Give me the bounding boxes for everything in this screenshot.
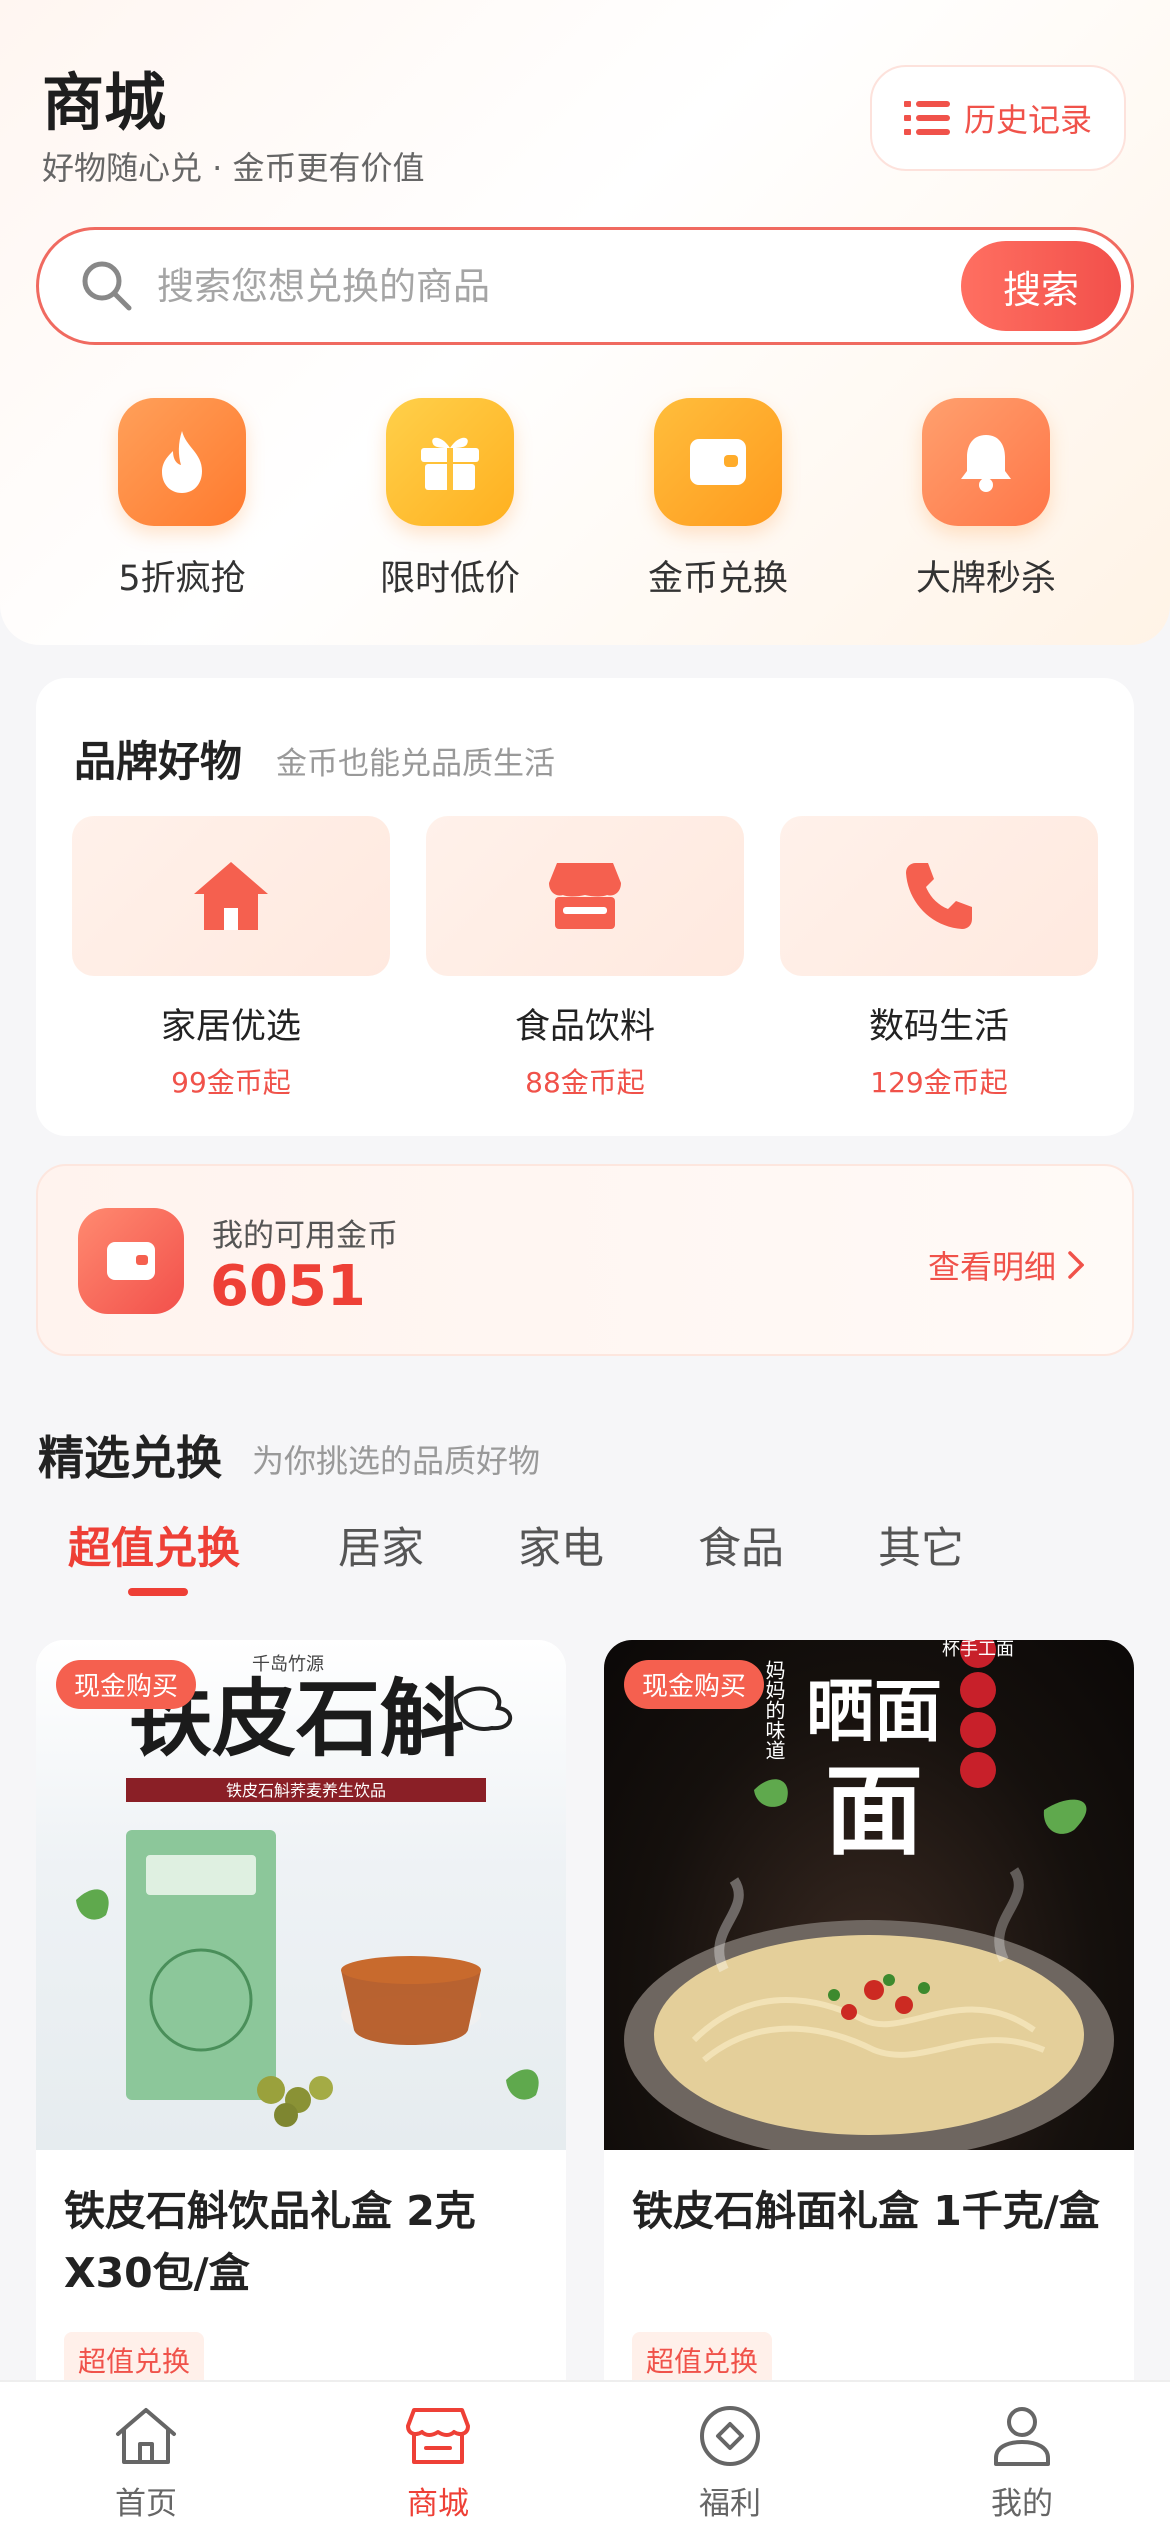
featured-subtitle: 为你挑选的品质好物 xyxy=(252,1442,541,1480)
search-icon xyxy=(82,261,132,311)
featured-title: 精选兑换 xyxy=(38,1431,222,1485)
product-image: 铁皮石斛 千岛竹源 铁皮石斛荞麦养生饮品 现金购买 xyxy=(36,1640,566,2150)
image-banner-text: 铁皮石斛荞麦养生饮品 xyxy=(226,1781,386,1800)
brand-item-price: 88金币起 xyxy=(525,1066,645,1099)
nav-mall[interactable]: 商城 xyxy=(358,2404,518,2523)
image-main-text: 晒面 xyxy=(806,1672,942,1752)
phone-icon xyxy=(906,863,972,929)
product-name: 铁皮石斛饮品礼盒 2克X30包/盒 xyxy=(64,2187,476,2297)
nav-label: 我的 xyxy=(991,2486,1053,2522)
brand-item-food[interactable]: 食品饮料 88金币起 xyxy=(426,816,744,1101)
coin-balance-card: 我的可用金币 6051 查看明细 xyxy=(36,1164,1134,1356)
brand-item-tile xyxy=(426,816,744,976)
brand-item-name: 数码生活 xyxy=(868,1007,1009,1047)
brand-item-tile xyxy=(72,816,390,976)
wallet-icon xyxy=(78,1208,184,1314)
header-area: 商城 好物随心兑 · 金币更有价值 历史记录 搜索 5折疯抢 限时低价 xyxy=(0,0,1170,645)
image-side-text: 杯手工面 xyxy=(942,1640,1014,1660)
brand-item-price: 99金币起 xyxy=(171,1066,291,1099)
nav-label: 商城 xyxy=(407,2486,469,2522)
quick-action-label: 金币兑换 xyxy=(647,559,788,599)
view-details-link[interactable]: 查看明细 xyxy=(928,1242,1084,1288)
history-label: 历史记录 xyxy=(963,101,1092,139)
active-tab-indicator xyxy=(128,1588,188,1596)
store-icon xyxy=(549,863,621,929)
quick-action-label: 5折疯抢 xyxy=(118,559,246,599)
product-card[interactable]: 晒面 面 妈妈的味道 杯手工面 现金购买 铁皮石斛面礼盒 1千克/盒 超值兑换 xyxy=(604,1640,1134,2460)
history-button[interactable]: 历史记录 xyxy=(870,65,1126,171)
brand-item-name: 家居优选 xyxy=(160,1007,301,1047)
brand-item-digital[interactable]: 数码生活 129金币起 xyxy=(780,816,1098,1101)
section-subtitle: 金币也能兑品质生活 xyxy=(276,746,555,782)
coin-value: 6051 xyxy=(210,1254,366,1319)
brand-item-price: 129金币起 xyxy=(870,1066,1008,1099)
tab-food[interactable]: 食品 xyxy=(698,1514,784,1576)
tab-other[interactable]: 其它 xyxy=(878,1514,964,1576)
store-outline-icon xyxy=(406,2408,470,2464)
coin-label: 我的可用金币 xyxy=(212,1218,398,1254)
flame-icon xyxy=(118,398,246,526)
brand-item-home[interactable]: 家居优选 99金币起 xyxy=(72,816,390,1101)
search-bar: 搜索 xyxy=(36,227,1134,345)
nav-label: 首页 xyxy=(115,2486,177,2522)
quick-action-coin-exchange[interactable]: 金币兑换 xyxy=(618,398,818,601)
bell-icon xyxy=(922,398,1050,526)
home-outline-icon xyxy=(116,2408,176,2464)
nav-welfare[interactable]: 福利 xyxy=(650,2404,810,2523)
quick-action-flash-sale[interactable]: 大牌秒杀 xyxy=(886,398,1086,601)
nav-profile[interactable]: 我的 xyxy=(942,2404,1102,2523)
section-title: 品牌好物 xyxy=(74,737,243,786)
gift-icon xyxy=(386,398,514,526)
wallet-icon xyxy=(654,398,782,526)
page-title: 商城 xyxy=(42,66,167,139)
search-input[interactable] xyxy=(157,250,957,322)
brand-item-tile xyxy=(780,816,1098,976)
nav-label: 福利 xyxy=(699,2486,761,2522)
tab-appliances[interactable]: 家电 xyxy=(518,1514,604,1576)
image-brand-text: 千岛竹源 xyxy=(252,1654,324,1675)
brand-section: 品牌好物 金币也能兑品质生活 家居优选 99金币起 食品饮料 88金币起 数码生… xyxy=(36,678,1134,1136)
view-details-label: 查看明细 xyxy=(927,1248,1056,1286)
product-card[interactable]: 铁皮石斛 千岛竹源 铁皮石斛荞麦养生饮品 现金购买 铁皮石斛饮品礼盒 2克X30… xyxy=(36,1640,566,2460)
quick-action-half-price[interactable]: 5折疯抢 xyxy=(82,398,282,601)
welfare-icon xyxy=(700,2406,760,2466)
quick-action-label: 大牌秒杀 xyxy=(915,559,1056,599)
product-image-art: 铁皮石斛 千岛竹源 铁皮石斛荞麦养生饮品 xyxy=(76,1654,539,2127)
quick-action-limited-price[interactable]: 限时低价 xyxy=(350,398,550,601)
profile-icon xyxy=(994,2407,1050,2466)
product-image: 晒面 面 妈妈的味道 杯手工面 现金购买 xyxy=(604,1640,1134,2150)
image-sub-text: 面 xyxy=(825,1754,923,1869)
list-icon xyxy=(903,101,950,135)
tab-home[interactable]: 居家 xyxy=(338,1514,424,1576)
page-subtitle: 好物随心兑 · 金币更有价值 xyxy=(42,149,425,187)
chevron-right-icon xyxy=(1068,1251,1084,1279)
nav-home[interactable]: 首页 xyxy=(66,2404,226,2523)
product-badge: 现金购买 xyxy=(624,1660,765,1709)
bottom-navigation: 首页 商城 福利 我的 xyxy=(0,2380,1170,2532)
product-badge: 现金购买 xyxy=(56,1660,197,1709)
image-vertical-text: 妈妈的味道 xyxy=(762,1660,786,1760)
tab-value-exchange[interactable]: 超值兑换 xyxy=(68,1514,240,1576)
product-name: 铁皮石斛面礼盒 1千克/盒 xyxy=(632,2187,1100,2235)
search-button[interactable]: 搜索 xyxy=(961,241,1121,331)
product-image-art: 晒面 面 妈妈的味道 杯手工面 xyxy=(624,1640,1114,2150)
quick-action-label: 限时低价 xyxy=(379,559,520,599)
home-icon xyxy=(194,862,268,930)
brand-item-name: 食品饮料 xyxy=(514,1007,655,1047)
